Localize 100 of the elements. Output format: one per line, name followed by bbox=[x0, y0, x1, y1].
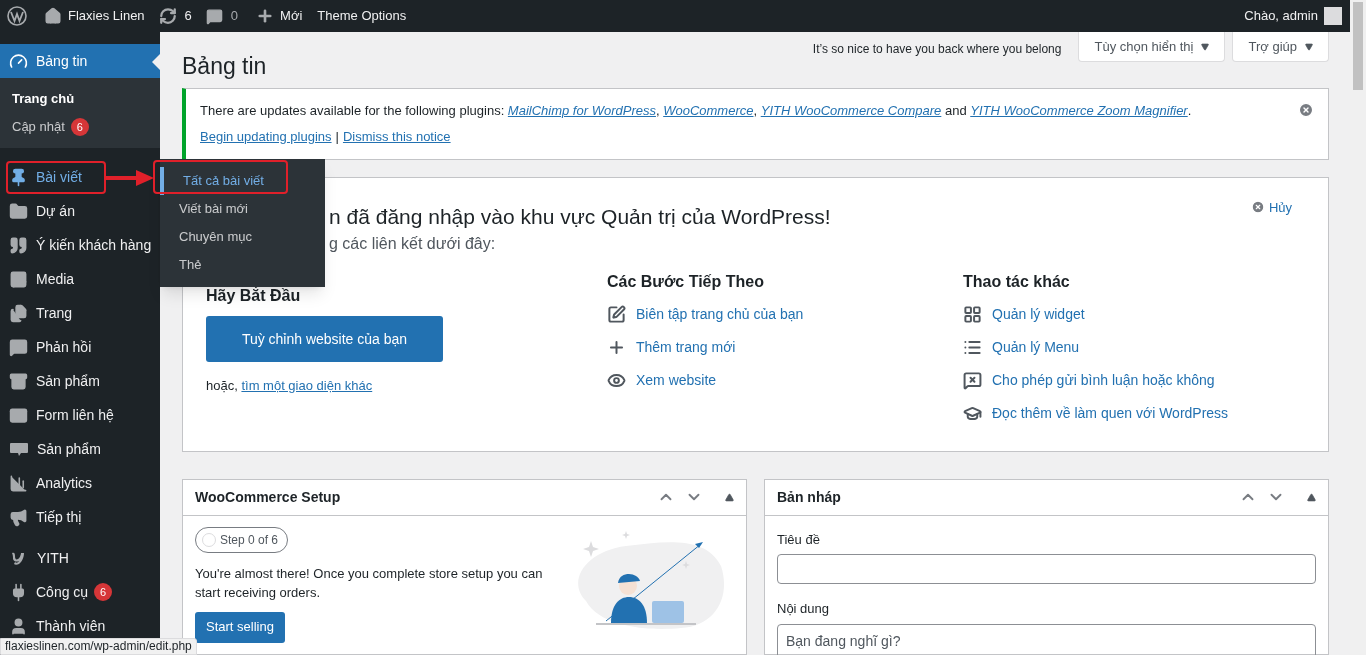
sidebar-item[interactable]: Bảng tin bbox=[0, 44, 160, 78]
sidebar-item[interactable]: Công cụ 6 bbox=[0, 575, 160, 609]
screen-meta-toggle[interactable]: Trợ giúp bbox=[1232, 32, 1329, 62]
sidebar-item[interactable]: Tiếp thị bbox=[0, 500, 160, 534]
quote-icon bbox=[9, 235, 28, 255]
flyout-item[interactable]: Viết bài mới bbox=[160, 195, 325, 223]
sidebar-label: Analytics bbox=[36, 473, 93, 493]
sidebar-label: Bảng tin bbox=[36, 51, 88, 71]
column-heading: Hãy Bắt Đầu bbox=[206, 286, 302, 306]
comment-icon bbox=[9, 337, 28, 357]
widgets-icon bbox=[963, 305, 982, 324]
sidebar-item[interactable]: YITH bbox=[0, 541, 160, 575]
plus-icon bbox=[607, 338, 626, 357]
sidebar-item[interactable]: Media bbox=[0, 262, 160, 296]
flyout-item[interactable]: Chuyên mục bbox=[160, 223, 325, 251]
plugin-link[interactable]: YITH WooCommerce Zoom Magnifier bbox=[970, 102, 1188, 118]
close-icon[interactable] bbox=[1298, 101, 1314, 118]
comments-link[interactable]: 0 bbox=[205, 6, 239, 26]
arrow bbox=[106, 169, 154, 187]
scroll-thumb[interactable] bbox=[1353, 2, 1363, 90]
submenu-item[interactable]: Cập nhật 6 bbox=[0, 113, 160, 141]
dismiss-notice-link[interactable]: Dismiss this notice bbox=[342, 123, 451, 150]
count-badge: 6 bbox=[94, 583, 113, 601]
refresh-icon bbox=[158, 7, 177, 25]
sidebar-label: Sản phẩm bbox=[37, 439, 101, 459]
flyout-item[interactable]: Tất cả bài viết bbox=[160, 167, 325, 195]
sidebar-item[interactable]: Trang bbox=[0, 296, 160, 330]
dismiss-link[interactable]: Hủy bbox=[1250, 197, 1292, 217]
content-field[interactable]: Bạn đang nghĩ gì? bbox=[777, 623, 1316, 655]
megaphone-icon bbox=[9, 507, 28, 527]
welcome-subtitle: g các liên kết dưới đây: bbox=[329, 234, 496, 254]
welcome-link[interactable]: Thêm trang mới bbox=[636, 337, 736, 358]
flyout-item[interactable]: Thẻ bbox=[160, 251, 325, 279]
collapse-icon[interactable] bbox=[725, 492, 734, 502]
eye-icon bbox=[607, 371, 626, 390]
sidebar-item[interactable]: Phản hồi bbox=[0, 330, 160, 364]
submenu-item[interactable]: Trang chủ bbox=[0, 85, 160, 113]
sidebar-item[interactable]: Bài viết bbox=[0, 160, 160, 194]
updates-link[interactable]: 6 bbox=[158, 6, 192, 26]
column-heading: Thao tác khác bbox=[963, 272, 1071, 292]
edit-icon bbox=[607, 305, 626, 324]
caret-icon bbox=[1305, 42, 1313, 51]
plugin-link[interactable]: MailChimp for WordPress bbox=[507, 102, 656, 118]
graduation-cap-icon bbox=[963, 404, 982, 423]
alternate-theme-text: hoặc, tìm một giao diện khác bbox=[206, 377, 374, 395]
sidebar-item[interactable]: Analytics bbox=[0, 466, 160, 500]
sidebar-label: Thành viên bbox=[36, 616, 106, 636]
welcome-link[interactable]: Cho phép gửi bình luận hoặc không bbox=[992, 370, 1215, 391]
sidebar-label: Bài viết bbox=[36, 167, 82, 187]
widget-title: Bản nháp bbox=[777, 487, 841, 507]
sidebar-label: Sản phẩm bbox=[36, 371, 100, 391]
link-status-tooltip: flaxieslinen.com/wp-admin/edit.php bbox=[0, 638, 197, 655]
notice-message: There are updates available for the following plugins: MailChimp for WordPress, WooCommerce, YITH WooCommerce Compare and YITH WooCommerce Zoom Magnifier. bbox=[200, 101, 1193, 120]
welcome-link[interactable]: Biên tập trang chủ của bạn bbox=[636, 304, 804, 325]
comment-icon bbox=[205, 7, 223, 25]
begin-updating-link[interactable]: Begin updating plugins bbox=[200, 123, 332, 150]
customize-site-button[interactable]: Tuỳ chỉnh website của bạn bbox=[206, 316, 443, 362]
sidebar-item[interactable]: Sản phẩm bbox=[0, 364, 160, 398]
sidebar-label: Media bbox=[36, 269, 75, 289]
welcome-link[interactable]: Quản lý Menu bbox=[992, 337, 1080, 358]
sidebar-item[interactable]: Sản phẩm bbox=[0, 432, 160, 466]
plugin-link[interactable]: YITH WooCommerce Compare bbox=[760, 102, 942, 118]
sidebar-item[interactable]: Form liên hệ bbox=[0, 398, 160, 432]
dashboard-icon bbox=[9, 51, 28, 71]
tagline: It’s so nice to have you back where you belong bbox=[812, 41, 1062, 58]
site-name-link[interactable]: Flaxies Linen bbox=[44, 6, 145, 26]
theme-options-link[interactable]: Theme Options bbox=[317, 6, 407, 26]
sidebar-item[interactable]: Dự án bbox=[0, 194, 160, 228]
plugin-link[interactable]: WooCommerce bbox=[663, 102, 754, 118]
wordpress-logo-icon[interactable] bbox=[7, 6, 27, 26]
setup-description: You're almost there! Once you complete store setup you can start receiving orders. bbox=[195, 564, 544, 602]
screen-meta-toggle[interactable]: Tùy chọn hiển thị bbox=[1078, 32, 1226, 62]
count-badge: 6 bbox=[70, 118, 89, 136]
field-label: Nội dung bbox=[777, 600, 831, 618]
widget-title: WooCommerce Setup bbox=[195, 487, 341, 507]
collapse-icon[interactable] bbox=[1307, 492, 1316, 502]
welcome-link[interactable]: Xem website bbox=[636, 370, 717, 391]
avatar bbox=[1324, 7, 1342, 25]
sidebar-label: Công cụ bbox=[36, 582, 89, 602]
start-selling-button[interactable]: Start selling bbox=[195, 611, 285, 643]
sidebar-label: Trang bbox=[36, 303, 73, 323]
link-separator: | bbox=[335, 127, 339, 146]
welcome-link[interactable]: Đọc thêm về làm quen với WordPress bbox=[992, 403, 1229, 424]
sidebar-item[interactable]: Ý kiến khách hàng bbox=[0, 228, 160, 262]
home-icon bbox=[44, 7, 62, 25]
user-icon bbox=[9, 616, 28, 636]
column-heading: Các Bước Tiếp Theo bbox=[607, 272, 765, 292]
new-link[interactable]: Mới bbox=[256, 6, 303, 26]
caret-icon bbox=[1201, 42, 1210, 51]
title-field[interactable] bbox=[777, 554, 1316, 584]
welcome-link[interactable]: Quản lý widget bbox=[992, 304, 1085, 325]
archive-icon bbox=[9, 371, 28, 391]
sidebar-label: Ý kiến khách hàng bbox=[36, 235, 152, 255]
welcome-title: n đã đăng nhập vào khu vực Quản trị của WordPress! bbox=[329, 203, 831, 230]
find-theme-link[interactable]: tìm một giao diện khác bbox=[241, 378, 373, 393]
sidebar-label: Dự án bbox=[36, 201, 75, 221]
list-icon bbox=[963, 338, 982, 357]
account-link[interactable]: Chào, admin bbox=[1244, 6, 1342, 26]
sidebar-label: Form liên hệ bbox=[36, 405, 114, 425]
folder-icon bbox=[9, 201, 28, 221]
